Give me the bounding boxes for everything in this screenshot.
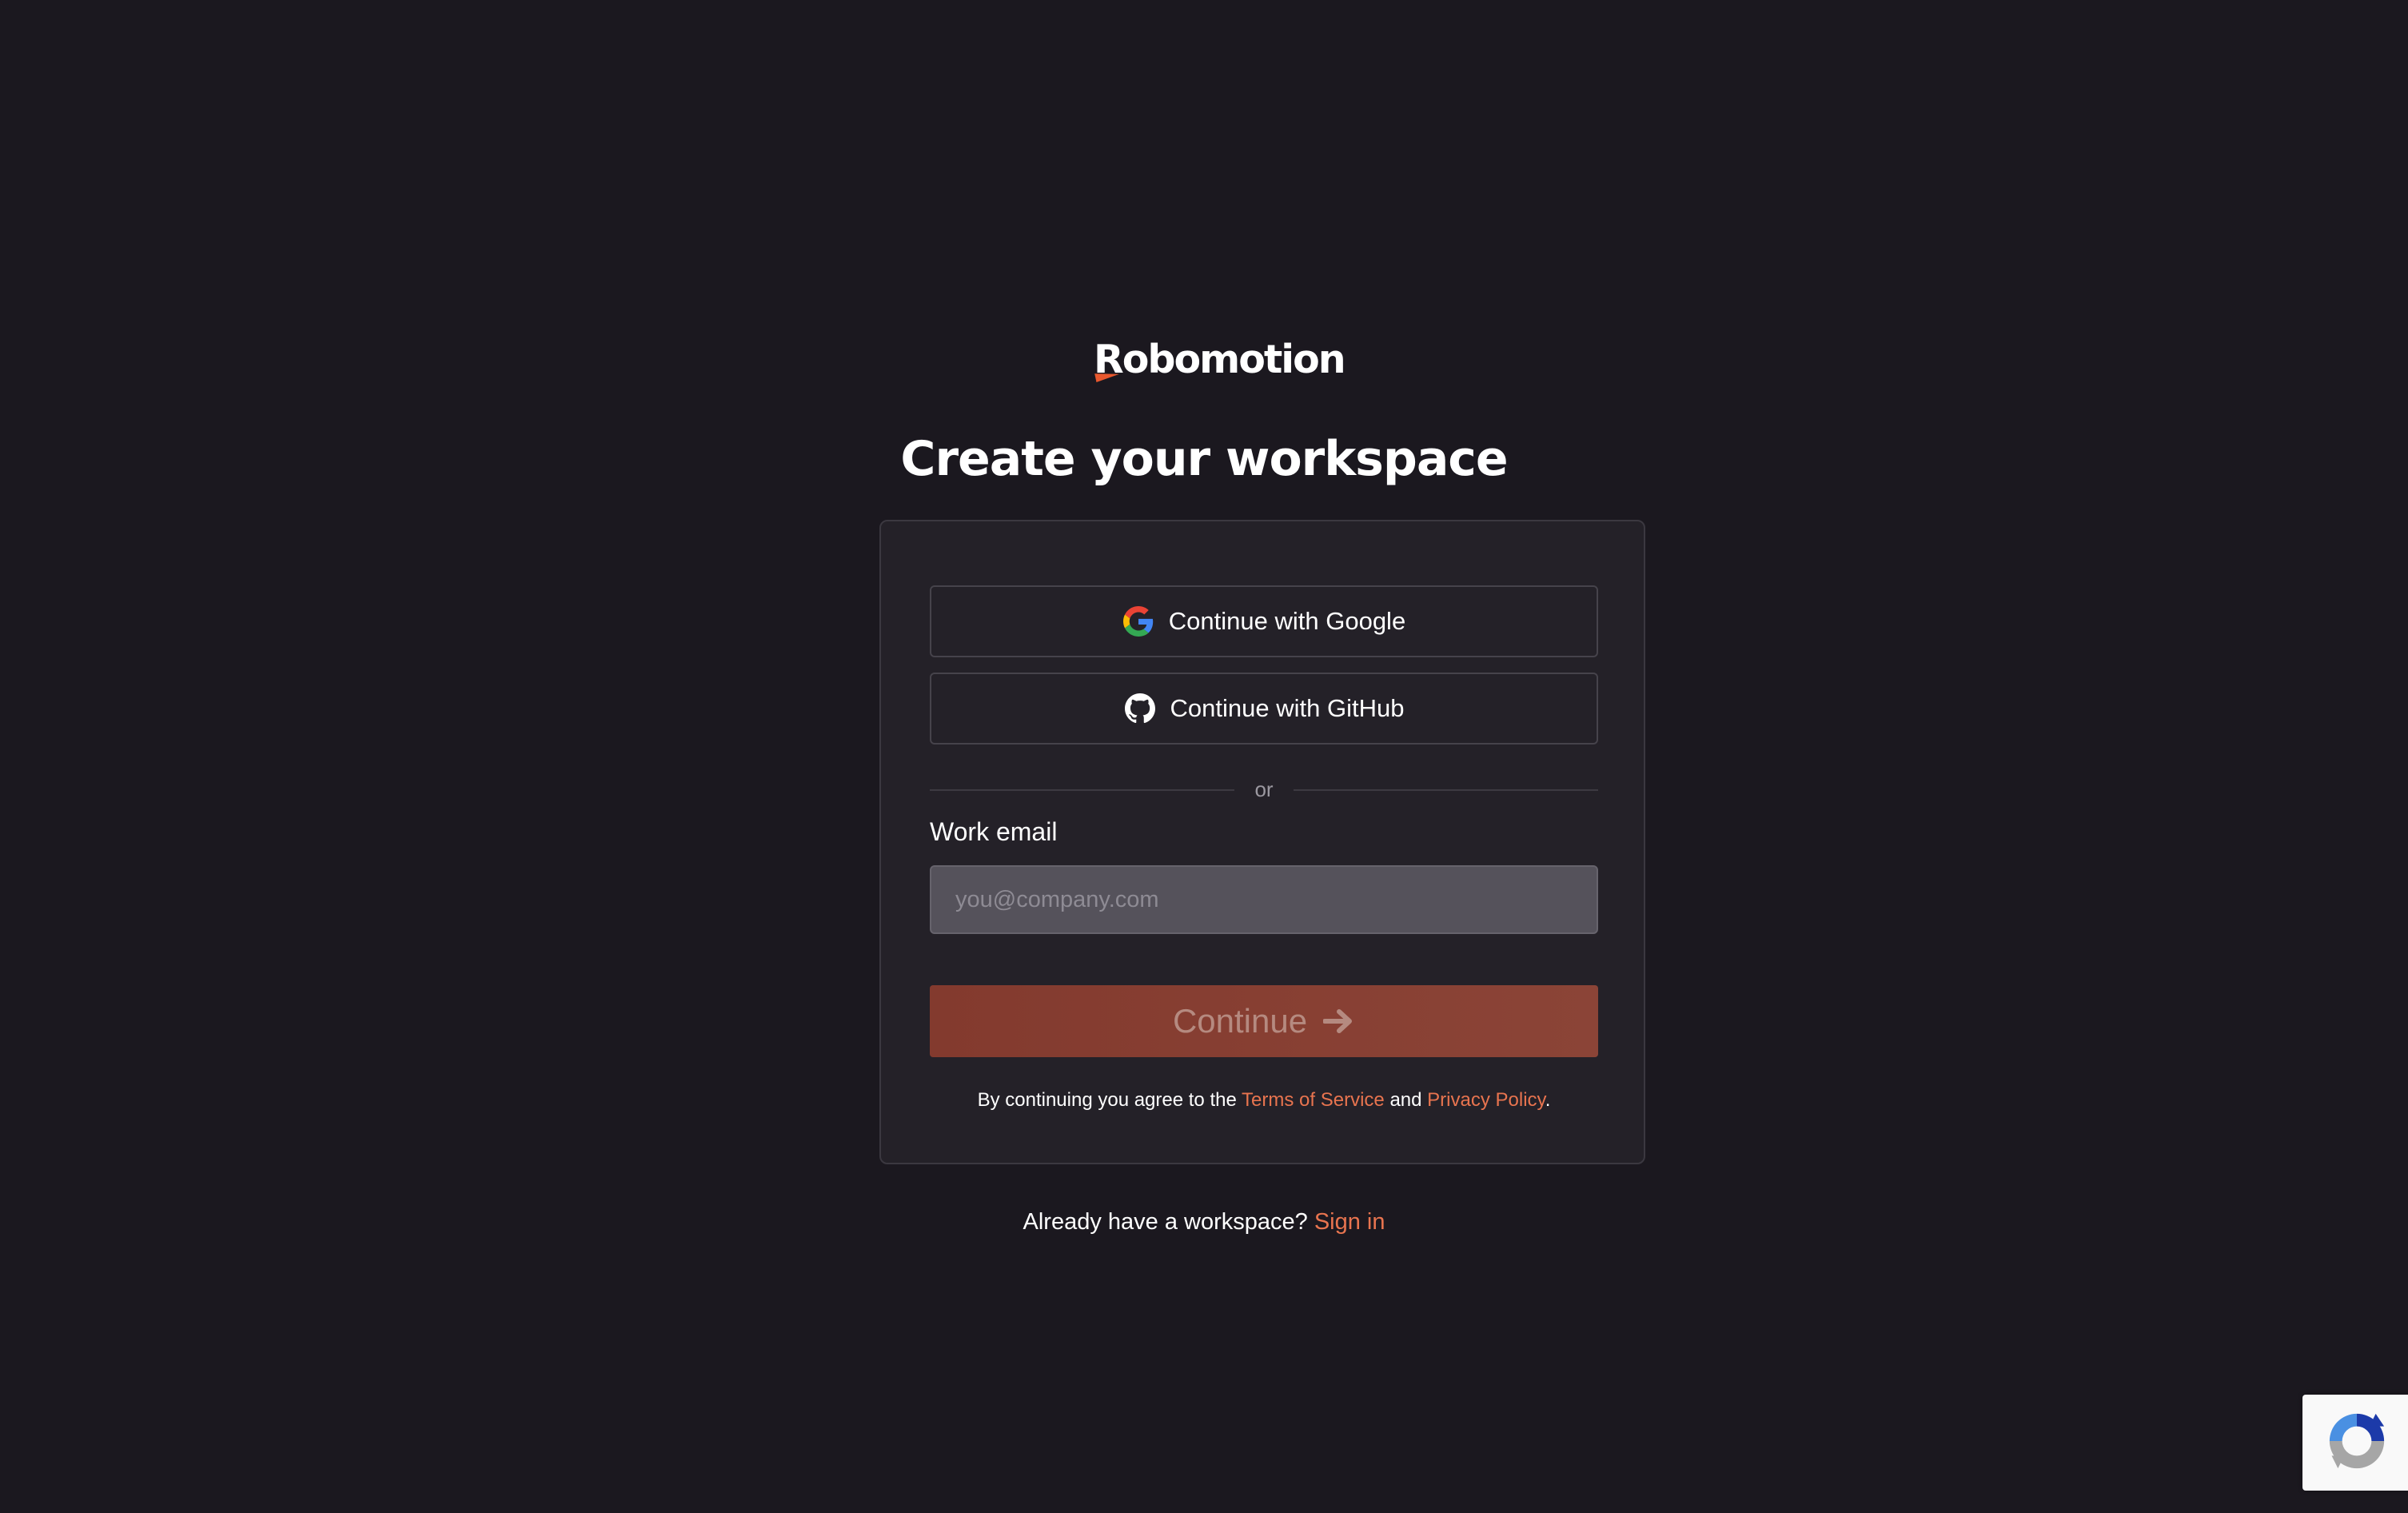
page-title: Create your workspace <box>900 431 1508 487</box>
continue-with-google-button[interactable]: Continue with Google <box>930 585 1598 657</box>
google-icon <box>1122 605 1154 637</box>
signin-prompt: Already have a workspace? Sign in <box>0 1206 2408 1238</box>
continue-with-github-button[interactable]: Continue with GitHub <box>930 673 1598 745</box>
robomotion-logo[interactable]: Robomotion <box>1094 336 1346 384</box>
google-button-label: Continue with Google <box>1168 607 1406 635</box>
terms-of-service-link[interactable]: Terms of Service <box>1242 1089 1385 1111</box>
legal-and: and <box>1389 1089 1422 1111</box>
work-email-input[interactable] <box>930 865 1598 934</box>
logo-wordmark: Robomotion <box>1094 337 1346 382</box>
or-divider: or <box>930 777 1598 801</box>
recaptcha-icon <box>2323 1407 2390 1479</box>
recaptcha-badge[interactable] <box>2302 1395 2408 1491</box>
continue-button[interactable]: Continue <box>930 985 1598 1057</box>
github-button-label: Continue with GitHub <box>1170 694 1405 722</box>
privacy-policy-link[interactable]: Privacy Policy <box>1427 1089 1545 1111</box>
signup-page: Robomotion Create your workspace Continu… <box>0 0 2408 1513</box>
legal-suffix: . <box>1545 1089 1551 1111</box>
github-icon <box>1124 693 1156 725</box>
arrow-right-icon <box>1323 1005 1355 1037</box>
legal-notice: By continuing you agree to the Terms of … <box>881 1088 1647 1113</box>
signin-prompt-text: Already have a workspace? <box>1023 1209 1308 1235</box>
divider-line-right <box>1294 789 1598 791</box>
sign-in-link[interactable]: Sign in <box>1314 1209 1385 1235</box>
signup-card: Continue with Google Continue with GitHu… <box>879 520 1645 1164</box>
work-email-label: Work email <box>930 817 1058 846</box>
continue-button-label: Continue <box>1172 1002 1308 1040</box>
legal-prefix: By continuing you agree to the <box>977 1089 1237 1111</box>
